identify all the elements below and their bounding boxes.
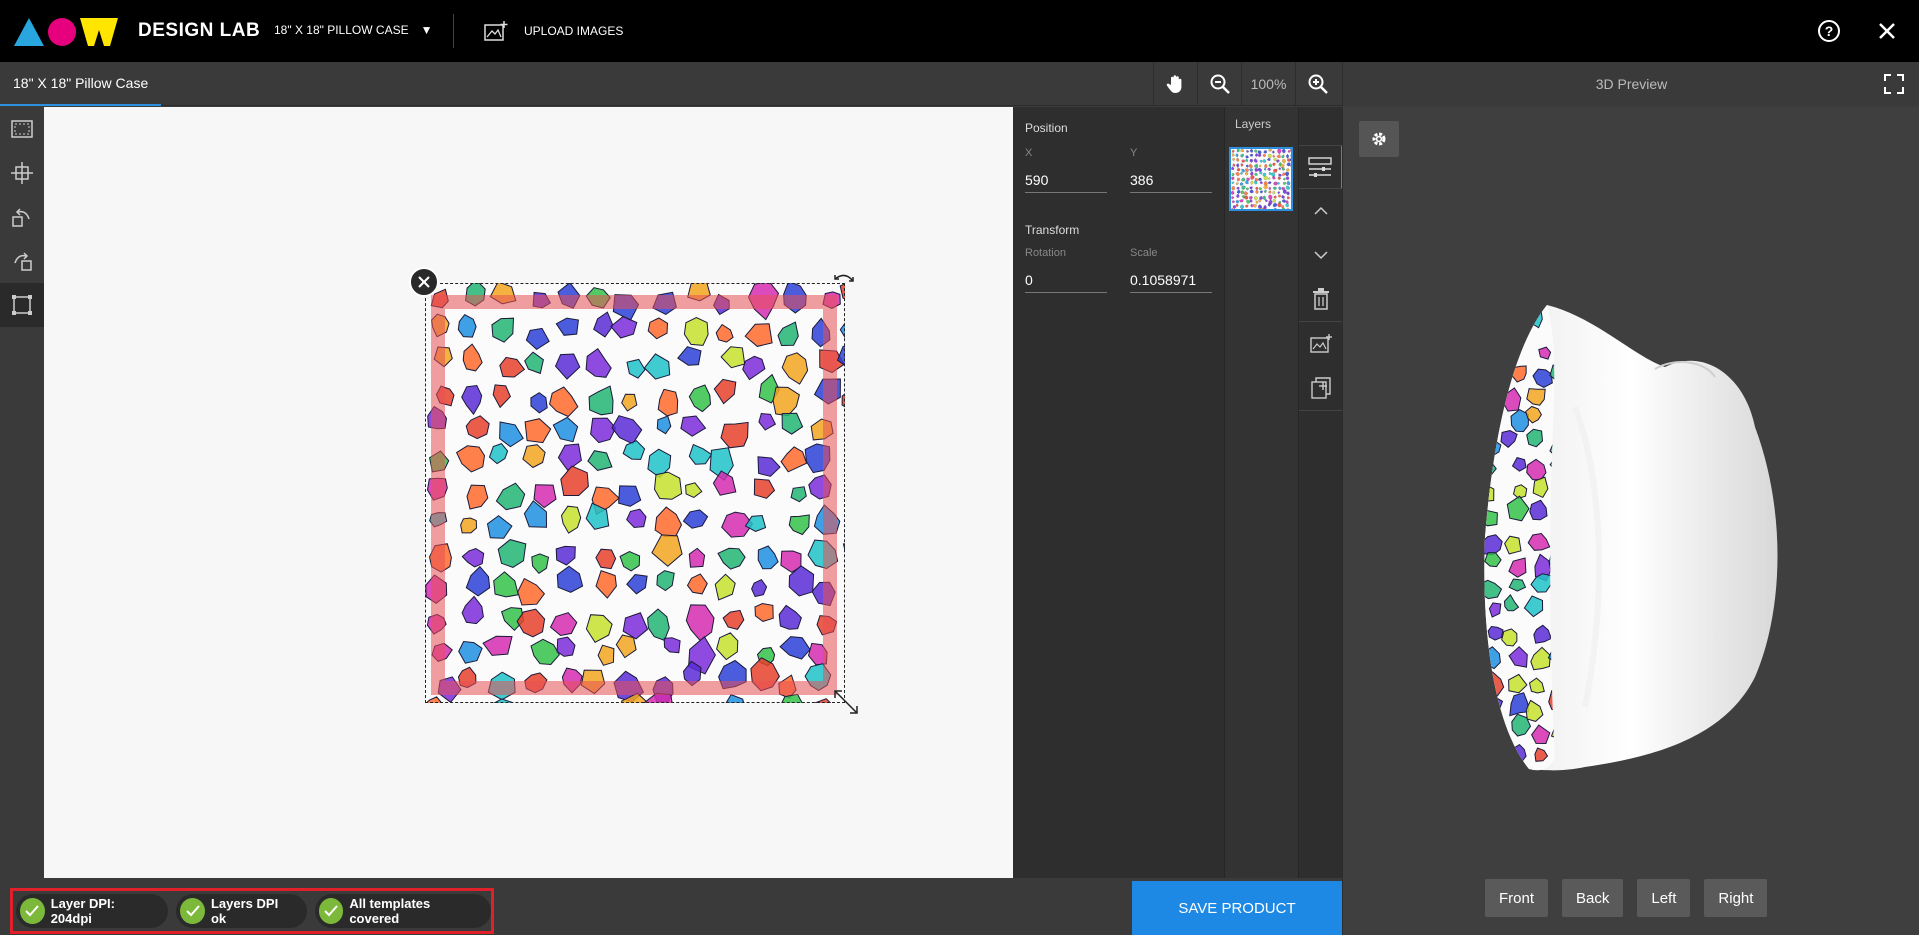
sliders-icon — [1308, 157, 1332, 177]
fit-to-canvas-tool[interactable] — [0, 107, 44, 151]
add-image-icon — [1310, 334, 1332, 353]
bottom-bar: Layer DPI: 204dpi Layers DPI ok All temp… — [0, 878, 1342, 935]
preview-title: 3D Preview — [1595, 76, 1668, 92]
rotate-left-tool[interactable] — [0, 195, 44, 239]
duplicate-layer-button[interactable] — [1299, 366, 1343, 410]
rotation-label: Rotation — [1025, 247, 1066, 259]
move-layer-down-button[interactable] — [1299, 233, 1343, 277]
delete-layer-button[interactable] — [1299, 277, 1343, 321]
tab-pillow-case[interactable]: 18" X 18" Pillow Case — [0, 62, 162, 106]
preview-settings-button[interactable] — [1359, 121, 1399, 157]
rotate-left-icon — [12, 208, 30, 227]
hand-icon — [1166, 75, 1181, 93]
y-label: Y — [1130, 147, 1138, 159]
trash-icon — [1313, 288, 1329, 310]
design-layer[interactable] — [409, 267, 858, 714]
zoom-in-button[interactable] — [1295, 62, 1339, 106]
transform-section-title: Transform — [1025, 223, 1080, 237]
delete-layer-handle[interactable] — [409, 267, 439, 297]
upload-images-button[interactable]: UPLOAD IMAGES — [484, 20, 623, 42]
help-icon[interactable]: ? — [1817, 19, 1841, 43]
status-label: All templates covered — [349, 896, 431, 926]
divider — [1299, 410, 1343, 411]
rotation-input[interactable] — [1025, 267, 1107, 293]
status-templates-covered: All templates covered — [314, 894, 491, 928]
aow-logo-icon — [14, 18, 118, 46]
rotate-right-icon — [14, 252, 32, 271]
duplicate-icon — [1311, 377, 1331, 399]
crystal-pattern-image — [425, 283, 845, 703]
design-canvas[interactable] — [44, 107, 1013, 878]
top-bar: DESIGN LAB 18" X 18" PILLOW CASE ▼ UPLOA… — [0, 0, 1919, 62]
chevron-down-icon — [1314, 251, 1328, 260]
properties-panel: Position X Y Transform Rotation Scale — [1013, 107, 1224, 878]
zoom-out-icon — [1210, 74, 1230, 94]
x-label: X — [1025, 147, 1033, 159]
product-selector[interactable]: 18" X 18" PILLOW CASE ▼ — [274, 23, 432, 37]
resize-handle-icon[interactable] — [831, 687, 861, 717]
fill-bleed-tool[interactable] — [0, 283, 44, 327]
fullscreen-icon[interactable] — [1883, 73, 1905, 95]
zoom-level: 100% — [1241, 62, 1295, 106]
view-buttons: Front Back Left Right — [1485, 879, 1768, 917]
zoom-controls: 100% — [1153, 62, 1339, 106]
close-icon — [418, 276, 430, 288]
divider — [453, 14, 454, 48]
save-product-button[interactable]: SAVE PRODUCT — [1132, 881, 1342, 935]
zoom-out-button[interactable] — [1197, 62, 1241, 106]
left-toolbar — [0, 107, 44, 878]
rotate-right-tool[interactable] — [0, 239, 44, 283]
3d-preview-panel[interactable]: Front Back Left Right — [1342, 107, 1919, 935]
editor-toolbar: 18" X 18" Pillow Case 100% — [0, 62, 1342, 106]
rotate-handle-icon[interactable] — [831, 269, 859, 297]
pan-tool-button[interactable] — [1153, 62, 1197, 106]
zoom-in-icon — [1308, 74, 1328, 94]
caret-down-icon: ▼ — [420, 23, 433, 37]
position-section-title: Position — [1025, 121, 1068, 135]
frame-icon — [11, 120, 33, 138]
scale-label: Scale — [1130, 247, 1158, 259]
gear-icon — [1372, 132, 1386, 146]
x-input[interactable] — [1025, 167, 1107, 193]
status-label: Layer DPI: 204dpi — [50, 896, 115, 926]
status-layers-dpi-ok: Layers DPI ok — [176, 894, 307, 928]
add-image-layer-button[interactable] — [1299, 322, 1343, 366]
view-left-button[interactable]: Left — [1637, 879, 1691, 917]
layers-title: Layers — [1235, 117, 1272, 131]
view-back-button[interactable]: Back — [1562, 879, 1624, 917]
check-icon — [318, 898, 344, 924]
status-label: Layers DPI ok — [210, 896, 279, 926]
svg-text:?: ? — [1825, 23, 1834, 39]
product-selector-label: 18" X 18" PILLOW CASE — [274, 23, 409, 37]
layers-panel: Layers — [1224, 107, 1298, 878]
chevron-up-icon — [1314, 206, 1328, 215]
move-layer-up-button[interactable] — [1299, 189, 1343, 233]
check-icon — [180, 898, 205, 924]
scale-input[interactable] — [1130, 267, 1212, 293]
center-align-icon — [11, 162, 33, 184]
upload-images-label: UPLOAD IMAGES — [524, 24, 624, 38]
close-icon[interactable] — [1876, 20, 1898, 42]
check-icon — [20, 898, 45, 924]
layer-tools — [1298, 107, 1343, 878]
y-input[interactable] — [1130, 167, 1212, 193]
status-layer-dpi: Layer DPI: 204dpi — [16, 894, 169, 928]
layer-thumbnail-image — [1231, 149, 1291, 209]
preview-header: 3D Preview — [1342, 62, 1919, 106]
layer-thumbnail[interactable] — [1229, 147, 1293, 211]
view-right-button[interactable]: Right — [1704, 879, 1768, 917]
view-front-button[interactable]: Front — [1485, 879, 1549, 917]
transform-box-icon — [12, 295, 32, 315]
status-indicators: Layer DPI: 204dpi Layers DPI ok All temp… — [10, 888, 494, 934]
app-title: DESIGN LAB — [138, 20, 261, 41]
layer-properties-tool[interactable] — [1299, 145, 1343, 189]
center-tool[interactable] — [0, 151, 44, 195]
add-image-icon — [484, 21, 508, 41]
pillow-3d-model — [1484, 305, 1778, 771]
